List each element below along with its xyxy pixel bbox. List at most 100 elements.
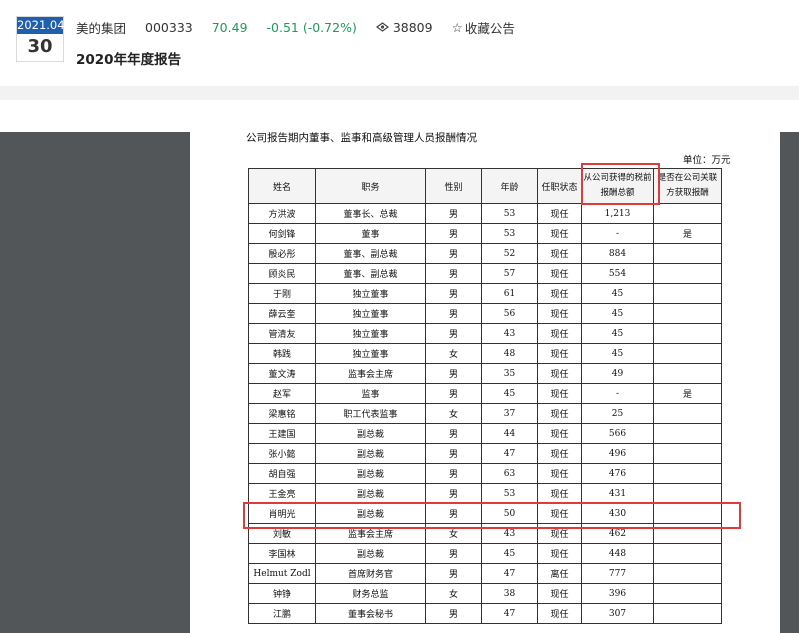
col-header-age: 年龄: [481, 168, 538, 204]
table-header-row: 姓名 职务 性别 年龄 任职状态 从公司获得的税前报酬总额 是否在公司关联方获取…: [248, 168, 722, 204]
table-row: 梁惠铭 职工代表监事女 37 现任 25: [248, 403, 722, 424]
table-row: 顾炎民 董事、副总裁男 57 现任 554: [248, 263, 722, 284]
table-row: 刘敏 监事会主席女 43 现任 462: [248, 523, 722, 544]
table-cell: 53: [481, 483, 538, 504]
table-cell: 男: [425, 443, 482, 464]
table-cell: 现任: [537, 423, 582, 444]
table-cell: [653, 403, 722, 424]
table-cell: 董事会秘书: [315, 603, 426, 624]
table-cell: 53: [481, 223, 538, 244]
table-cell: 监事会主席: [315, 363, 426, 384]
table-cell: 现任: [537, 303, 582, 324]
table-cell: 独立董事: [315, 323, 426, 344]
col-header-gender: 性别: [425, 168, 482, 204]
table-cell: 25: [581, 403, 654, 424]
table-cell: 女: [425, 403, 482, 424]
table-cell: 女: [425, 343, 482, 364]
table-cell: 董事、副总裁: [315, 263, 426, 284]
table-cell: 566: [581, 423, 654, 444]
table-cell: 副总裁: [315, 483, 426, 504]
stock-price: 70.49: [211, 19, 248, 35]
table-cell: 男: [425, 263, 482, 284]
table-cell: 49: [581, 363, 654, 384]
favorite-label: 收藏公告: [464, 20, 515, 36]
stock-code: 000333: [145, 19, 193, 35]
eye-icon: [375, 20, 389, 35]
table-row: 王金亮 副总裁男 53 现任 431: [248, 483, 722, 504]
table-cell: 57: [481, 263, 538, 284]
table-cell: 430: [581, 503, 654, 524]
table-cell: 副总裁: [315, 503, 426, 524]
table-cell: 女: [425, 583, 482, 604]
table-cell: 63: [481, 463, 538, 484]
table-row: 殷必彤 董事、副总裁男 52 现任 884: [248, 243, 722, 264]
table-cell: 王金亮: [248, 483, 316, 504]
table-cell: 48: [481, 343, 538, 364]
unit-label: 单位：万元: [683, 155, 731, 166]
date-month: 2021.04: [17, 17, 65, 34]
table-cell: 45: [581, 303, 654, 324]
favorite-button[interactable]: ☆ 收藏公告: [452, 18, 515, 37]
table-cell: 于刚: [248, 283, 316, 304]
table-caption: 公司报告期内董事、监事和高级管理人员报酬情况: [246, 132, 477, 144]
table-cell: 刘敏: [248, 523, 316, 544]
table-cell: 45: [581, 343, 654, 364]
table-cell: 副总裁: [315, 463, 426, 484]
table-cell: 男: [425, 603, 482, 624]
table-row: 何剑锋 董事男 53 现任 - 是: [248, 223, 722, 244]
table-cell: 董文涛: [248, 363, 316, 384]
table-cell: 现任: [537, 443, 582, 464]
table-cell: 监事: [315, 383, 426, 404]
table-cell: 财务总监: [315, 583, 426, 604]
table-cell: 476: [581, 463, 654, 484]
table-cell: 现任: [537, 363, 582, 384]
table-cell: [653, 323, 722, 344]
table-cell: 52: [481, 243, 538, 264]
table-row: 韩践 独立董事女 48 现任 45: [248, 343, 722, 364]
table-cell: 李国林: [248, 543, 316, 564]
table-cell: [653, 243, 722, 264]
table-cell: 胡自强: [248, 463, 316, 484]
table-cell: 现任: [537, 523, 582, 544]
table-cell: 50: [481, 503, 538, 524]
table-row: Helmut Zodl 首席财务官男 47 离任 777: [248, 563, 722, 584]
table-cell: 45: [581, 283, 654, 304]
table-cell: 薛云奎: [248, 303, 316, 324]
table-cell: 独立董事: [315, 303, 426, 324]
table-cell: 462: [581, 523, 654, 544]
table-cell: 监事会主席: [315, 523, 426, 544]
table-cell: 现任: [537, 403, 582, 424]
table-cell: 女: [425, 523, 482, 544]
table-cell: 现任: [537, 483, 582, 504]
company-name[interactable]: 美的集团: [76, 18, 126, 37]
view-count-value: 38809: [392, 19, 433, 35]
col-header-status: 任职状态: [537, 168, 582, 204]
table-cell: 何剑锋: [248, 223, 316, 244]
table-row: 张小懿 副总裁男 47 现任 496: [248, 443, 722, 464]
table-cell: [653, 423, 722, 444]
table-cell: 副总裁: [315, 423, 426, 444]
pdf-viewer[interactable]: 公司报告期内董事、监事和高级管理人员报酬情况 单位：万元 姓名 职务 性别 年龄…: [0, 100, 799, 633]
table-cell: 江鹏: [248, 603, 316, 624]
table-cell: 董事长、总裁: [315, 203, 426, 224]
table-row: 董文涛 监事会主席男 35 现任 49: [248, 363, 722, 384]
table-cell: 副总裁: [315, 443, 426, 464]
table-cell: 现任: [537, 203, 582, 224]
col-header-name: 姓名: [248, 168, 316, 204]
table-cell: 现任: [537, 383, 582, 404]
table-cell: 男: [425, 423, 482, 444]
pdf-page: 公司报告期内董事、监事和高级管理人员报酬情况 单位：万元 姓名 职务 性别 年龄…: [190, 100, 780, 633]
table-cell: 现任: [537, 543, 582, 564]
table-cell: 董事: [315, 223, 426, 244]
table-cell: 梁惠铭: [248, 403, 316, 424]
table-cell: 男: [425, 563, 482, 584]
table-cell: -: [581, 223, 654, 244]
table-cell: 方洪波: [248, 203, 316, 224]
table-cell: -: [581, 383, 654, 404]
table-cell: 44: [481, 423, 538, 444]
table-cell: 管清友: [248, 323, 316, 344]
table-cell: 男: [425, 223, 482, 244]
table-cell: 董事、副总裁: [315, 243, 426, 264]
table-cell: 现任: [537, 223, 582, 244]
table-cell: [653, 523, 722, 544]
